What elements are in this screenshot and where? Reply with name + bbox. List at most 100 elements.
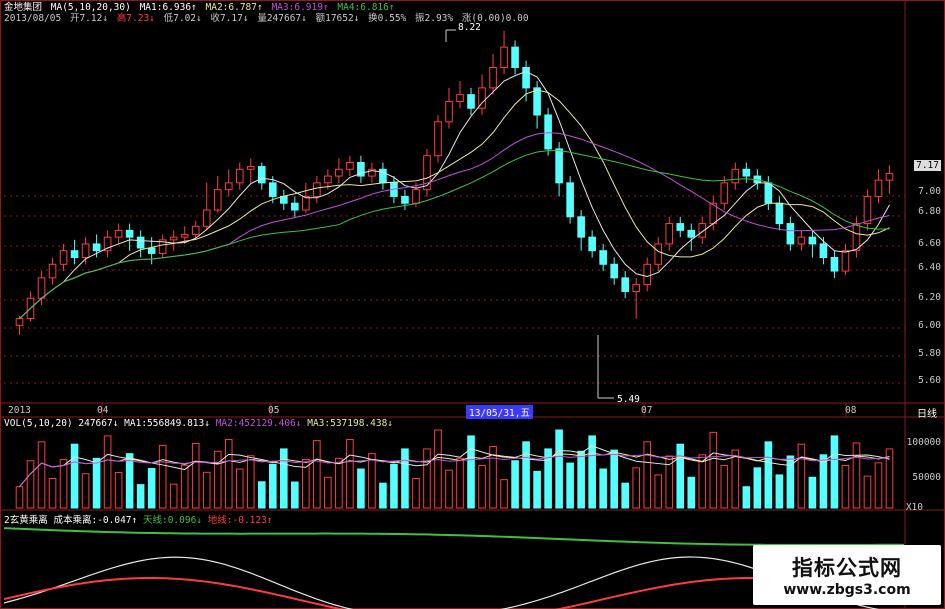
time-label: 05 <box>268 405 280 416</box>
volume-bar <box>158 444 167 509</box>
candle-body <box>841 250 850 272</box>
volume-bar <box>103 435 112 509</box>
volume-bar <box>478 464 486 509</box>
volume-bar <box>742 486 751 509</box>
candle-body <box>577 216 585 238</box>
volume-ma1: MA1:556849.813↓ <box>124 418 210 429</box>
volume-bar <box>863 475 872 509</box>
candle-body <box>246 166 255 170</box>
candle-body <box>324 175 332 184</box>
volume-tick: 100000 <box>906 437 941 448</box>
indicator-title: 2玄黄乘离 <box>4 515 48 526</box>
volume-bar <box>180 464 189 509</box>
candle-body <box>643 263 652 286</box>
volume-bar <box>654 474 663 509</box>
volume-bar <box>500 479 508 509</box>
candle-body <box>511 46 519 68</box>
candle-body <box>764 182 773 204</box>
volume-bar <box>522 441 530 509</box>
volume-bar <box>434 429 442 509</box>
candle-body <box>621 277 629 292</box>
candle-body <box>268 182 277 197</box>
volume-bar <box>268 463 277 509</box>
volume-ma2: MA2:452129.406↓ <box>215 418 302 429</box>
candle-body <box>15 318 24 326</box>
volume-bar <box>246 455 255 509</box>
volume-bar <box>632 467 641 509</box>
volume-bar <box>401 448 409 509</box>
candle-body <box>335 168 343 177</box>
time-label: 04 <box>97 405 109 416</box>
candle-body <box>456 94 464 102</box>
candle-body <box>885 172 894 181</box>
candle-body <box>687 229 696 238</box>
candle-body <box>665 223 674 245</box>
cursor-date: 13/05/31,五 <box>466 405 533 419</box>
candle-body <box>59 250 68 265</box>
volume-bar <box>621 482 629 509</box>
volume-bar <box>797 443 806 509</box>
volume-bar <box>125 453 134 509</box>
volume-bar <box>147 468 156 509</box>
volume-bar <box>456 457 464 509</box>
candle-body <box>37 277 46 299</box>
volume-bar <box>191 442 200 509</box>
candle-body <box>654 243 663 265</box>
volume-title: VOL(5,10,20) <box>4 418 73 429</box>
volume-bar <box>26 460 35 509</box>
volume-bar <box>764 441 773 509</box>
candle-body <box>544 114 552 150</box>
volume-header: VOL(5,10,20) 247667↓ MA1:556849.813↓ MA2… <box>4 418 393 429</box>
candle-body <box>434 121 442 157</box>
volume-bar <box>687 476 696 509</box>
candle-body <box>280 195 288 204</box>
volume-bar <box>224 438 233 509</box>
candle-body <box>467 94 475 109</box>
volume-bar <box>676 443 685 509</box>
candle-body <box>213 189 222 211</box>
volume-bar <box>412 477 420 509</box>
volume-bar <box>720 464 729 509</box>
candle-body <box>522 67 530 89</box>
candle-body <box>48 263 57 279</box>
candle-body <box>412 189 420 204</box>
site-watermark: 指标公式网 www.zbgs3.com <box>753 545 941 605</box>
watermark-url: www.zbgs3.com <box>783 582 911 598</box>
volume-bar <box>48 477 57 509</box>
volume-bar <box>169 483 178 509</box>
volume-value: 247667↓ <box>78 418 119 429</box>
candle-body <box>489 67 497 89</box>
candle-body <box>632 284 641 292</box>
watermark-title: 指标公式网 <box>792 556 902 580</box>
candle-body <box>147 247 156 254</box>
candle-body <box>235 168 244 184</box>
indicator-ground: 地线:-0.123↑ <box>207 515 273 526</box>
volume-bar <box>37 441 46 509</box>
candle-body <box>786 223 795 245</box>
indicator-sky: 天线:0.096↓ <box>142 515 203 526</box>
candle-body <box>533 87 541 116</box>
period-label[interactable]: 日线 <box>917 405 937 420</box>
volume-bar <box>830 435 839 509</box>
candle-body <box>599 250 607 265</box>
candle-body <box>742 168 751 177</box>
volume-bar <box>753 467 762 509</box>
candle-body <box>125 229 134 238</box>
candle-body <box>566 182 574 218</box>
volume-bar <box>599 468 607 509</box>
volume-bar <box>665 455 674 509</box>
volume-bar <box>445 469 453 509</box>
candle-body <box>731 168 740 184</box>
volume-bar <box>852 442 861 509</box>
volume-bar <box>874 462 883 509</box>
price-tick: 6.00 <box>918 320 941 331</box>
volume-bar <box>775 474 784 509</box>
volume-bar <box>533 470 541 509</box>
candle-body <box>555 148 563 184</box>
volume-bar <box>555 429 563 509</box>
price-tick: 6.20 <box>918 292 941 303</box>
candle-body <box>291 202 299 211</box>
candle-body <box>302 195 310 211</box>
candle-body <box>423 155 431 191</box>
volume-bar <box>136 484 145 509</box>
